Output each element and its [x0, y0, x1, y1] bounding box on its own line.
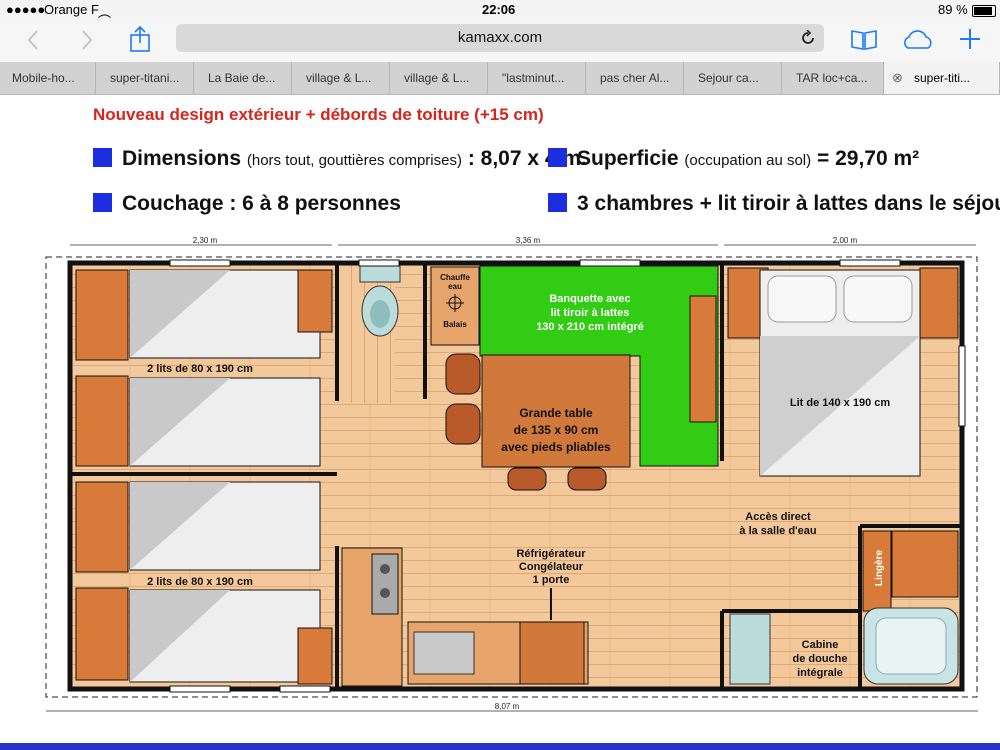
spec-couchage: Couchage : 6 à 8 personnes	[93, 192, 401, 216]
fridge-label-1: Réfrigérateur	[516, 548, 586, 560]
fridge-label-3: 1 porte	[533, 574, 570, 586]
fridge-label-2: Congélateur	[519, 561, 584, 573]
address-bar[interactable]: kamaxx.com	[176, 24, 824, 52]
battery-icon	[972, 5, 996, 17]
shelf-top	[297, 269, 333, 333]
dim-total: 8,07 m	[495, 702, 520, 711]
tab-9[interactable]: TAR loc+ca...	[784, 62, 884, 94]
access-label-1: Accès direct	[745, 511, 811, 523]
beds-top-label: 2 lits de 80 x 190 cm	[147, 363, 253, 375]
spec-chambres: 3 chambres + lit tiroir à lattes dans le…	[548, 192, 1000, 216]
tab-8[interactable]: Sejour ca...	[686, 62, 782, 94]
page-title: Nouveau design extérieur + débords de to…	[93, 105, 544, 124]
shower-label-1: Cabine	[802, 639, 839, 651]
bullet-square-icon	[93, 193, 112, 212]
banquette-cushion	[689, 295, 717, 423]
spec-superficie: Superficie (occupation au sol) = 29,70 m…	[548, 147, 919, 171]
tab-3[interactable]: La Baie de...	[196, 62, 292, 94]
banquette-label-2: lit tiroir à lattes	[551, 307, 630, 319]
shower-label-3: intégrale	[797, 667, 843, 679]
chauffe-label: Chauffe	[440, 273, 470, 282]
beds-bottom-label: 2 lits de 80 x 190 cm	[147, 576, 253, 588]
carrier-label: Orange F	[44, 2, 99, 17]
clock: 22:06	[482, 2, 516, 17]
tab-5[interactable]: village & L...	[392, 62, 488, 94]
wifi-icon: ︵	[98, 5, 112, 20]
close-tab-icon[interactable]: ⊗	[892, 62, 903, 94]
chair-icon	[445, 353, 481, 395]
shower-label-2: de douche	[792, 653, 847, 665]
tab-7[interactable]: pas cher Al...	[588, 62, 684, 94]
eau-label: eau	[448, 282, 462, 291]
toilet-icon	[359, 265, 401, 337]
access-label-2: à la salle d'eau	[739, 525, 816, 537]
fridge	[519, 621, 585, 685]
banquette-label-1: Banquette avec	[549, 293, 630, 305]
tab-2[interactable]: super-titani...	[98, 62, 194, 94]
stove-icon	[371, 553, 399, 615]
tab-active[interactable]: ⊗ super-titi...	[884, 62, 1000, 94]
spec-note: (hors tout, gouttières comprises)	[246, 152, 462, 169]
bullet-square-icon	[548, 148, 567, 167]
new-tab-icon[interactable]	[958, 27, 982, 51]
page-content: Nouveau design extérieur + débords de to…	[0, 95, 1000, 750]
spec-label: 3 chambres + lit tiroir à lattes dans le…	[577, 192, 1000, 215]
tab-4[interactable]: village & L...	[294, 62, 390, 94]
spec-value: = 29,70 m²	[816, 147, 920, 170]
pillow	[767, 275, 837, 323]
balais-label: Balais	[443, 320, 467, 329]
url-text: kamaxx.com	[457, 29, 543, 46]
bookmarks-icon[interactable]	[850, 28, 878, 52]
table-label-3: avec pieds pliables	[501, 440, 611, 454]
bottom-bar	[0, 743, 1000, 750]
spec-label: Couchage : 6 à 8 personnes	[122, 192, 401, 215]
tab-6[interactable]: "lastminut...	[490, 62, 586, 94]
chair-icon	[445, 403, 481, 445]
dim-middle: 3,36 m	[516, 236, 541, 245]
tab-1[interactable]: Mobile-ho...	[0, 62, 96, 94]
sink-icon	[413, 631, 475, 675]
dim-left: 2,30 m	[193, 236, 218, 245]
bed-bottom-1	[75, 481, 321, 573]
status-bar: ●●●●● Orange F ︵ 22:06 89 %	[0, 0, 1000, 20]
forward-icon[interactable]	[80, 29, 94, 51]
spec-label: Dimensions	[122, 147, 242, 170]
icloud-icon[interactable]	[900, 28, 936, 52]
spec-label: Superficie	[577, 147, 679, 170]
share-icon[interactable]	[128, 25, 152, 53]
spec-note: (occupation au sol)	[684, 152, 812, 169]
spec-dimensions: Dimensions (hors tout, gouttières compri…	[93, 147, 587, 171]
table-label-1: Grande table	[519, 406, 593, 420]
double-bed-label: Lit de 140 x 190 cm	[790, 397, 890, 409]
chair-icon	[567, 467, 607, 491]
table-label-2: de 135 x 90 cm	[514, 423, 599, 437]
storage-cabinet	[891, 530, 959, 598]
lingere-label: Lingère	[874, 550, 885, 587]
tab-active-label: super-titi...	[914, 71, 971, 85]
nightstand	[919, 267, 959, 339]
bed-top-2	[75, 375, 321, 467]
floor-plan: 2,30 m 3,36 m 2,00 m 8,07 m 2 lits de 80…	[45, 236, 978, 712]
bullet-square-icon	[548, 193, 567, 212]
dim-right: 2,00 m	[833, 236, 858, 245]
pillow	[843, 275, 913, 323]
bullet-square-icon	[93, 148, 112, 167]
tab-strip: Mobile-ho... super-titani... La Baie de.…	[0, 62, 1000, 95]
battery-percent: 89 %	[938, 2, 968, 17]
washbasin-icon	[729, 613, 771, 685]
browser-toolbar: kamaxx.com	[0, 20, 1000, 62]
back-icon[interactable]	[26, 29, 40, 51]
shelf-bottom	[297, 627, 333, 685]
banquette-label-3: 130 x 210 cm intégré	[536, 321, 644, 333]
reload-icon[interactable]	[800, 30, 816, 46]
signal-icon: ●●●●●	[6, 2, 46, 17]
bed-top-1	[75, 269, 321, 361]
chair-icon	[507, 467, 547, 491]
bed-bottom-2	[75, 587, 321, 683]
